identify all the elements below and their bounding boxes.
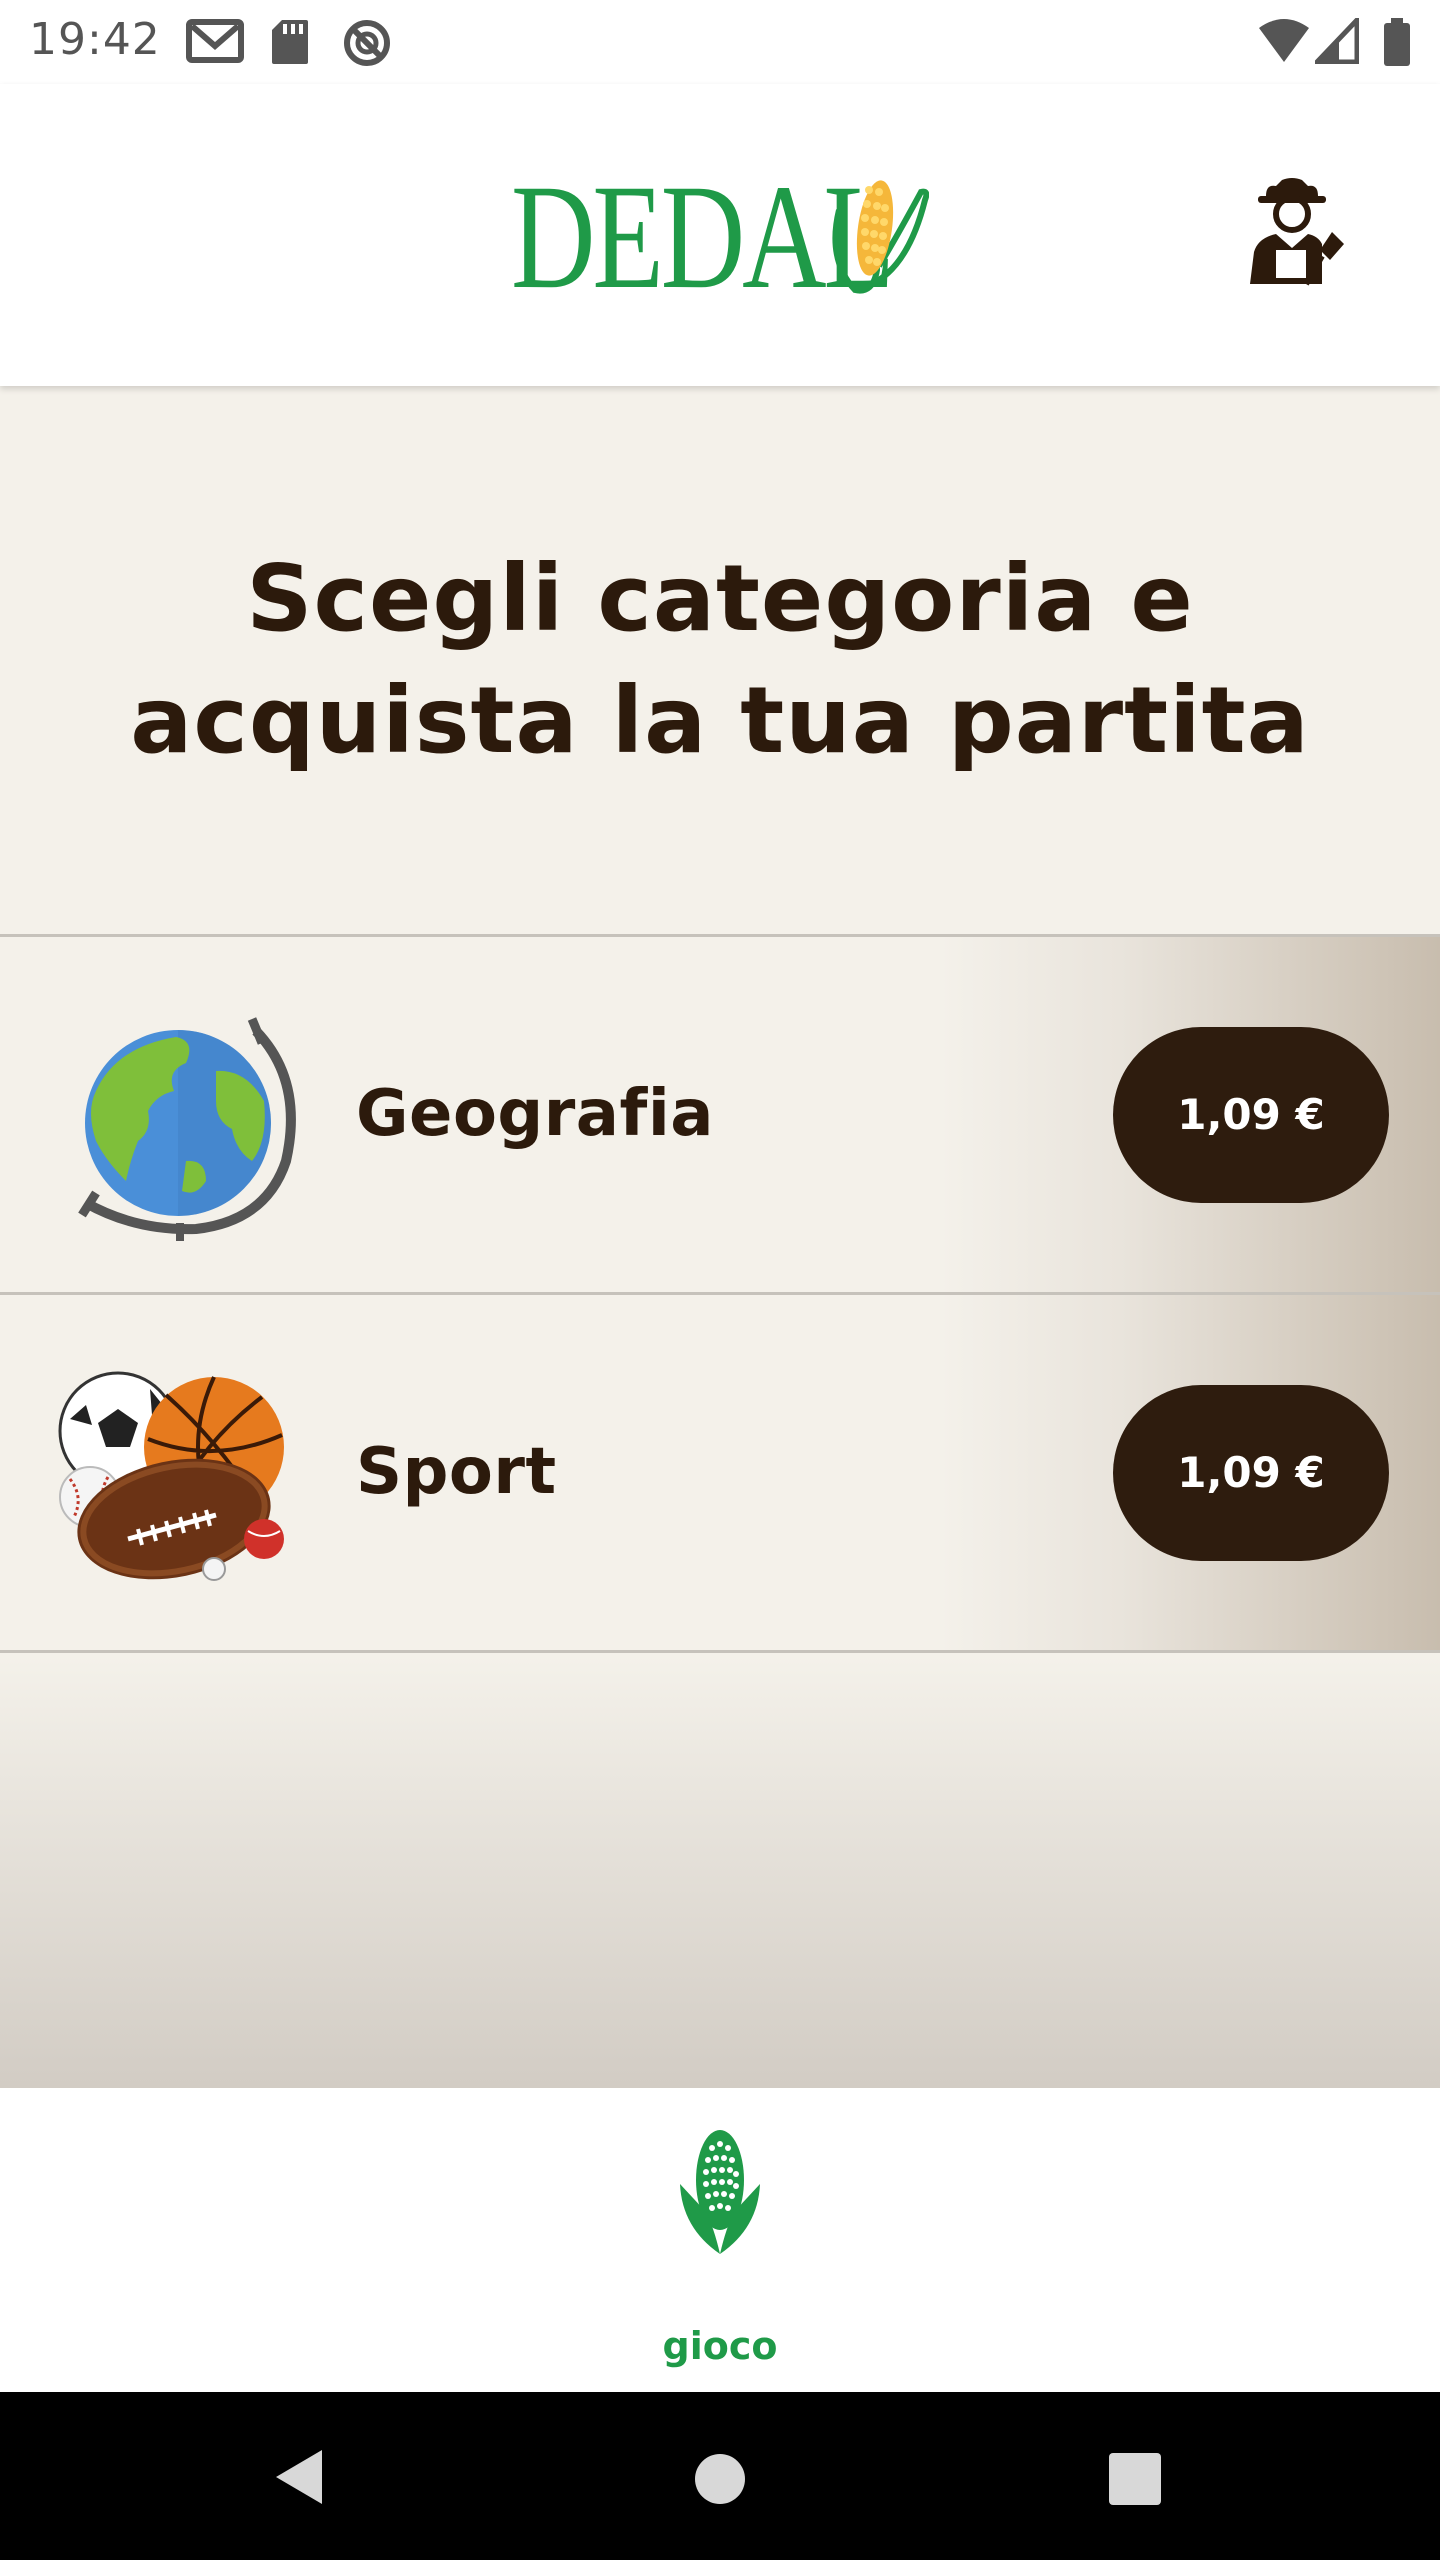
status-bar: 19:42 (0, 0, 1440, 84)
category-label: Sport (356, 1435, 557, 1509)
recents-button[interactable] (1108, 2452, 1162, 2506)
heading-line-1: Scegli categoria e (246, 545, 1194, 652)
no-disturb-icon (344, 20, 390, 66)
heading-line-2: acquista la tua partita (130, 667, 1310, 774)
system-navigation-bar (0, 2392, 1440, 2560)
bottom-navigation: gioco (0, 2088, 1440, 2392)
nav-item-gioco[interactable]: gioco (620, 2128, 820, 2378)
category-list: Geografia 1,09 € Sport 1,09 € (0, 934, 1440, 1653)
category-label: Geografia (356, 1077, 714, 1151)
sports-balls-icon (58, 1371, 284, 1581)
category-row-geografia[interactable]: Geografia 1,09 € (0, 934, 1440, 1292)
buy-button-geografia[interactable]: 1,09 € (1113, 1027, 1389, 1203)
home-button[interactable] (693, 2452, 747, 2506)
main-content: Scegli categoria e acquista la tua parti… (0, 386, 1440, 2088)
corn-logo-icon (832, 180, 929, 294)
buy-button-sport[interactable]: 1,09 € (1113, 1385, 1389, 1561)
signal-icon (1315, 18, 1359, 64)
globe-icon (78, 1017, 296, 1241)
gmail-icon (186, 19, 244, 63)
category-row-sport[interactable]: Sport 1,09 € (0, 1292, 1440, 1653)
wifi-icon (1259, 19, 1309, 62)
app-header: DEDAL (0, 84, 1440, 386)
nav-label-gioco: gioco (662, 2324, 778, 2368)
page-heading: Scegli categoria e acquista la tua parti… (0, 538, 1440, 782)
back-button[interactable] (270, 2446, 328, 2508)
status-time: 19:42 (29, 14, 161, 65)
corn-icon (680, 2130, 760, 2254)
battery-icon (1384, 18, 1410, 66)
sd-card-icon (272, 20, 308, 64)
farmer-icon[interactable] (1236, 174, 1350, 288)
